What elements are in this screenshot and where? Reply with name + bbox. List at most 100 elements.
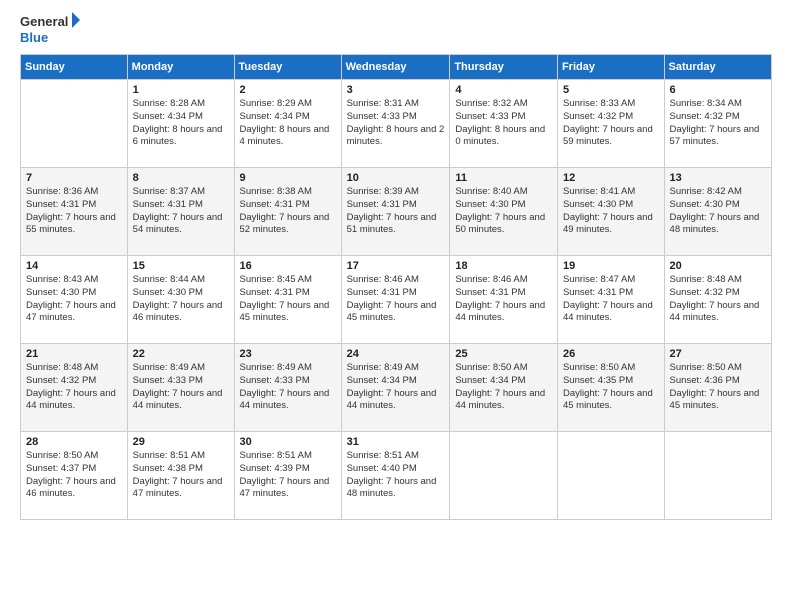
calendar-cell: 16 Sunrise: 8:45 AMSunset: 4:31 PMDayligh… bbox=[234, 256, 341, 344]
logo-svg: General Blue bbox=[20, 10, 80, 48]
col-header-monday: Monday bbox=[127, 55, 234, 80]
cell-date: 20 bbox=[670, 260, 766, 272]
cell-date: 19 bbox=[563, 260, 659, 272]
cell-info: Sunrise: 8:43 AMSunset: 4:30 PMDaylight:… bbox=[26, 274, 122, 325]
calendar-cell: 22 Sunrise: 8:49 AMSunset: 4:33 PMDayligh… bbox=[127, 344, 234, 432]
calendar-cell: 2 Sunrise: 8:29 AMSunset: 4:34 PMDaylight… bbox=[234, 80, 341, 168]
cell-date: 7 bbox=[26, 172, 122, 184]
cell-info: Sunrise: 8:44 AMSunset: 4:30 PMDaylight:… bbox=[133, 274, 229, 325]
cell-date: 28 bbox=[26, 436, 122, 448]
week-row-5: 28 Sunrise: 8:50 AMSunset: 4:37 PMDayligh… bbox=[21, 432, 772, 520]
col-header-friday: Friday bbox=[557, 55, 664, 80]
calendar-cell: 24Sunrise: 8:49 AMSunset: 4:34 PMDayligh… bbox=[341, 344, 450, 432]
cell-date: 14 bbox=[26, 260, 122, 272]
calendar-cell: 26 Sunrise: 8:50 AMSunset: 4:35 PMDayligh… bbox=[557, 344, 664, 432]
calendar-cell: 13 Sunrise: 8:42 AMSunset: 4:30 PMDayligh… bbox=[664, 168, 771, 256]
cell-info: Sunrise: 8:50 AMSunset: 4:35 PMDaylight:… bbox=[563, 362, 659, 413]
calendar-cell: 23 Sunrise: 8:49 AMSunset: 4:33 PMDayligh… bbox=[234, 344, 341, 432]
week-row-4: 21 Sunrise: 8:48 AMSunset: 4:32 PMDayligh… bbox=[21, 344, 772, 432]
cell-info: Sunrise: 8:37 AMSunset: 4:31 PMDaylight:… bbox=[133, 186, 229, 237]
calendar-cell: 11Sunrise: 8:40 AMSunset: 4:30 PMDayligh… bbox=[450, 168, 558, 256]
cell-date: 16 bbox=[240, 260, 336, 272]
cell-date: 10 bbox=[347, 172, 445, 184]
cell-info: Sunrise: 8:47 AMSunset: 4:31 PMDaylight:… bbox=[563, 274, 659, 325]
cell-date: 4 bbox=[455, 84, 552, 96]
cell-date: 13 bbox=[670, 172, 766, 184]
cell-info: Sunrise: 8:32 AMSunset: 4:33 PMDaylight:… bbox=[455, 98, 552, 149]
cell-info: Sunrise: 8:33 AMSunset: 4:32 PMDaylight:… bbox=[563, 98, 659, 149]
calendar-cell: 7Sunrise: 8:36 AMSunset: 4:31 PMDaylight… bbox=[21, 168, 128, 256]
cell-info: Sunrise: 8:38 AMSunset: 4:31 PMDaylight:… bbox=[240, 186, 336, 237]
col-header-wednesday: Wednesday bbox=[341, 55, 450, 80]
calendar-cell bbox=[664, 432, 771, 520]
week-row-2: 7Sunrise: 8:36 AMSunset: 4:31 PMDaylight… bbox=[21, 168, 772, 256]
cell-date: 5 bbox=[563, 84, 659, 96]
calendar-cell: 27 Sunrise: 8:50 AMSunset: 4:36 PMDayligh… bbox=[664, 344, 771, 432]
cell-info: Sunrise: 8:46 AMSunset: 4:31 PMDaylight:… bbox=[455, 274, 552, 325]
calendar-cell: 6 Sunrise: 8:34 AMSunset: 4:32 PMDaylight… bbox=[664, 80, 771, 168]
calendar-cell: 3Sunrise: 8:31 AMSunset: 4:33 PMDaylight… bbox=[341, 80, 450, 168]
cell-date: 9 bbox=[240, 172, 336, 184]
calendar-cell: 9 Sunrise: 8:38 AMSunset: 4:31 PMDaylight… bbox=[234, 168, 341, 256]
cell-info: Sunrise: 8:50 AMSunset: 4:34 PMDaylight:… bbox=[455, 362, 552, 413]
cell-info: Sunrise: 8:49 AMSunset: 4:34 PMDaylight:… bbox=[347, 362, 445, 413]
cell-date: 25 bbox=[455, 348, 552, 360]
calendar-cell: 20 Sunrise: 8:48 AMSunset: 4:32 PMDayligh… bbox=[664, 256, 771, 344]
calendar-cell bbox=[557, 432, 664, 520]
col-header-saturday: Saturday bbox=[664, 55, 771, 80]
cell-info: Sunrise: 8:29 AMSunset: 4:34 PMDaylight:… bbox=[240, 98, 336, 149]
cell-info: Sunrise: 8:51 AMSunset: 4:39 PMDaylight:… bbox=[240, 450, 336, 501]
cell-info: Sunrise: 8:50 AMSunset: 4:37 PMDaylight:… bbox=[26, 450, 122, 501]
cell-info: Sunrise: 8:28 AMSunset: 4:34 PMDaylight:… bbox=[133, 98, 229, 149]
calendar-cell: 25 Sunrise: 8:50 AMSunset: 4:34 PMDayligh… bbox=[450, 344, 558, 432]
cell-date: 26 bbox=[563, 348, 659, 360]
calendar-cell: 5 Sunrise: 8:33 AMSunset: 4:32 PMDaylight… bbox=[557, 80, 664, 168]
calendar-cell: 14 Sunrise: 8:43 AMSunset: 4:30 PMDayligh… bbox=[21, 256, 128, 344]
calendar-cell: 29Sunrise: 8:51 AMSunset: 4:38 PMDayligh… bbox=[127, 432, 234, 520]
cell-date: 30 bbox=[240, 436, 336, 448]
cell-date: 27 bbox=[670, 348, 766, 360]
calendar-cell: 15Sunrise: 8:44 AMSunset: 4:30 PMDayligh… bbox=[127, 256, 234, 344]
cell-date: 22 bbox=[133, 348, 229, 360]
cell-date: 8 bbox=[133, 172, 229, 184]
calendar-cell: 17Sunrise: 8:46 AMSunset: 4:31 PMDayligh… bbox=[341, 256, 450, 344]
cell-info: Sunrise: 8:49 AMSunset: 4:33 PMDaylight:… bbox=[240, 362, 336, 413]
cell-info: Sunrise: 8:48 AMSunset: 4:32 PMDaylight:… bbox=[670, 274, 766, 325]
col-header-tuesday: Tuesday bbox=[234, 55, 341, 80]
cell-info: Sunrise: 8:42 AMSunset: 4:30 PMDaylight:… bbox=[670, 186, 766, 237]
cell-date: 6 bbox=[670, 84, 766, 96]
week-row-1: 1Sunrise: 8:28 AMSunset: 4:34 PMDaylight… bbox=[21, 80, 772, 168]
cell-date: 11 bbox=[455, 172, 552, 184]
cell-info: Sunrise: 8:50 AMSunset: 4:36 PMDaylight:… bbox=[670, 362, 766, 413]
header: General Blue bbox=[20, 10, 772, 48]
calendar-cell: 10 Sunrise: 8:39 AMSunset: 4:31 PMDayligh… bbox=[341, 168, 450, 256]
cell-date: 2 bbox=[240, 84, 336, 96]
cell-info: Sunrise: 8:34 AMSunset: 4:32 PMDaylight:… bbox=[670, 98, 766, 149]
calendar-cell: 18Sunrise: 8:46 AMSunset: 4:31 PMDayligh… bbox=[450, 256, 558, 344]
calendar-cell: 8 Sunrise: 8:37 AMSunset: 4:31 PMDaylight… bbox=[127, 168, 234, 256]
cell-info: Sunrise: 8:45 AMSunset: 4:31 PMDaylight:… bbox=[240, 274, 336, 325]
logo: General Blue bbox=[20, 10, 80, 48]
svg-text:General: General bbox=[20, 14, 68, 29]
page: General Blue SundayMondayTuesdayWednesda… bbox=[0, 0, 792, 612]
cell-info: Sunrise: 8:48 AMSunset: 4:32 PMDaylight:… bbox=[26, 362, 122, 413]
calendar-cell: 30 Sunrise: 8:51 AMSunset: 4:39 PMDayligh… bbox=[234, 432, 341, 520]
calendar-cell: 1Sunrise: 8:28 AMSunset: 4:34 PMDaylight… bbox=[127, 80, 234, 168]
cell-date: 23 bbox=[240, 348, 336, 360]
cell-info: Sunrise: 8:49 AMSunset: 4:33 PMDaylight:… bbox=[133, 362, 229, 413]
cell-info: Sunrise: 8:31 AMSunset: 4:33 PMDaylight:… bbox=[347, 98, 445, 149]
col-header-sunday: Sunday bbox=[21, 55, 128, 80]
cell-date: 21 bbox=[26, 348, 122, 360]
calendar-cell bbox=[450, 432, 558, 520]
col-header-thursday: Thursday bbox=[450, 55, 558, 80]
cell-info: Sunrise: 8:41 AMSunset: 4:30 PMDaylight:… bbox=[563, 186, 659, 237]
cell-date: 31 bbox=[347, 436, 445, 448]
calendar-cell: 31Sunrise: 8:51 AMSunset: 4:40 PMDayligh… bbox=[341, 432, 450, 520]
cell-info: Sunrise: 8:39 AMSunset: 4:31 PMDaylight:… bbox=[347, 186, 445, 237]
calendar-cell: 19 Sunrise: 8:47 AMSunset: 4:31 PMDayligh… bbox=[557, 256, 664, 344]
calendar-cell: 21 Sunrise: 8:48 AMSunset: 4:32 PMDayligh… bbox=[21, 344, 128, 432]
svg-text:Blue: Blue bbox=[20, 30, 48, 45]
cell-date: 17 bbox=[347, 260, 445, 272]
calendar-table: SundayMondayTuesdayWednesdayThursdayFrid… bbox=[20, 54, 772, 520]
cell-info: Sunrise: 8:51 AMSunset: 4:38 PMDaylight:… bbox=[133, 450, 229, 501]
